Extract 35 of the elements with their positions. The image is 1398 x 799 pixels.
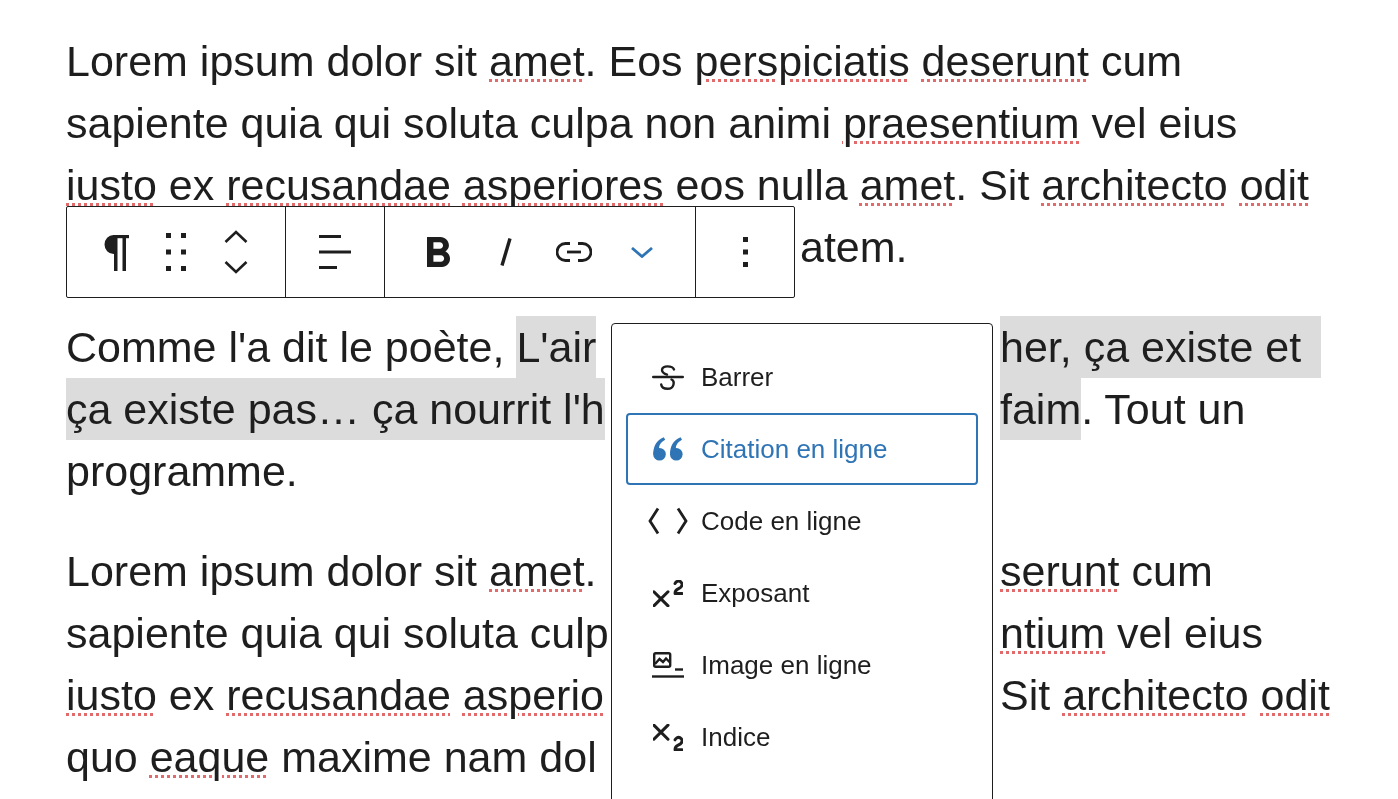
- text-line: sapiente quia qui soluta culp: [66, 608, 609, 659]
- menu-item[interactable]: Exposant: [626, 557, 978, 629]
- vertical-dots-icon: [742, 237, 748, 267]
- superscript-icon: [653, 579, 683, 607]
- menu-item[interactable]: Barrer: [626, 341, 978, 413]
- pilcrow-icon: [103, 233, 129, 271]
- text-line: Sit architecto odit: [1000, 670, 1330, 721]
- text-line: atem.: [800, 222, 908, 273]
- text-line: Comme l'a dit le poète, L'air: [66, 316, 597, 378]
- text-line: iusto ex recusandae asperio: [66, 670, 604, 721]
- menu-item[interactable]: Code en ligne: [626, 485, 978, 557]
- text-line: Lorem ipsum dolor sit amet. Eos perspiciatis deserunt cum: [66, 36, 1183, 87]
- subscript-icon: [653, 723, 683, 751]
- menu-item[interactable]: Citation en ligne: [626, 413, 978, 485]
- quote-icon: [653, 437, 683, 461]
- drag-handle-icon: [166, 233, 186, 271]
- text-line: faim. Tout un: [1000, 378, 1246, 440]
- up-down-chevrons-icon: [224, 230, 248, 274]
- text-line: iusto ex recusandae asperiores eos nulla amet. Sit architecto odit: [66, 160, 1310, 211]
- text-line: ntium vel eius: [1000, 608, 1263, 659]
- chevron-down-icon: [631, 246, 653, 258]
- text-line: programme.: [66, 446, 298, 497]
- text-line: serunt cum: [1000, 546, 1213, 597]
- menu-item[interactable]: Image en ligne: [626, 629, 978, 701]
- align-left-icon: [319, 235, 351, 269]
- strikethrough-icon: [652, 364, 684, 390]
- text-line: sapiente quia qui soluta culpa non animi praesentium vel eius: [66, 98, 1238, 149]
- code-icon: [648, 507, 688, 535]
- text-line: Lorem ipsum dolor sit amet.: [66, 546, 597, 597]
- inline-image-icon: [652, 652, 684, 678]
- menu-item[interactable]: Indice: [626, 701, 978, 773]
- link-icon: [556, 242, 592, 262]
- bold-icon: [426, 237, 450, 267]
- text-line: quo eaque maxime nam dol: [66, 732, 597, 783]
- italic-icon: [500, 238, 512, 266]
